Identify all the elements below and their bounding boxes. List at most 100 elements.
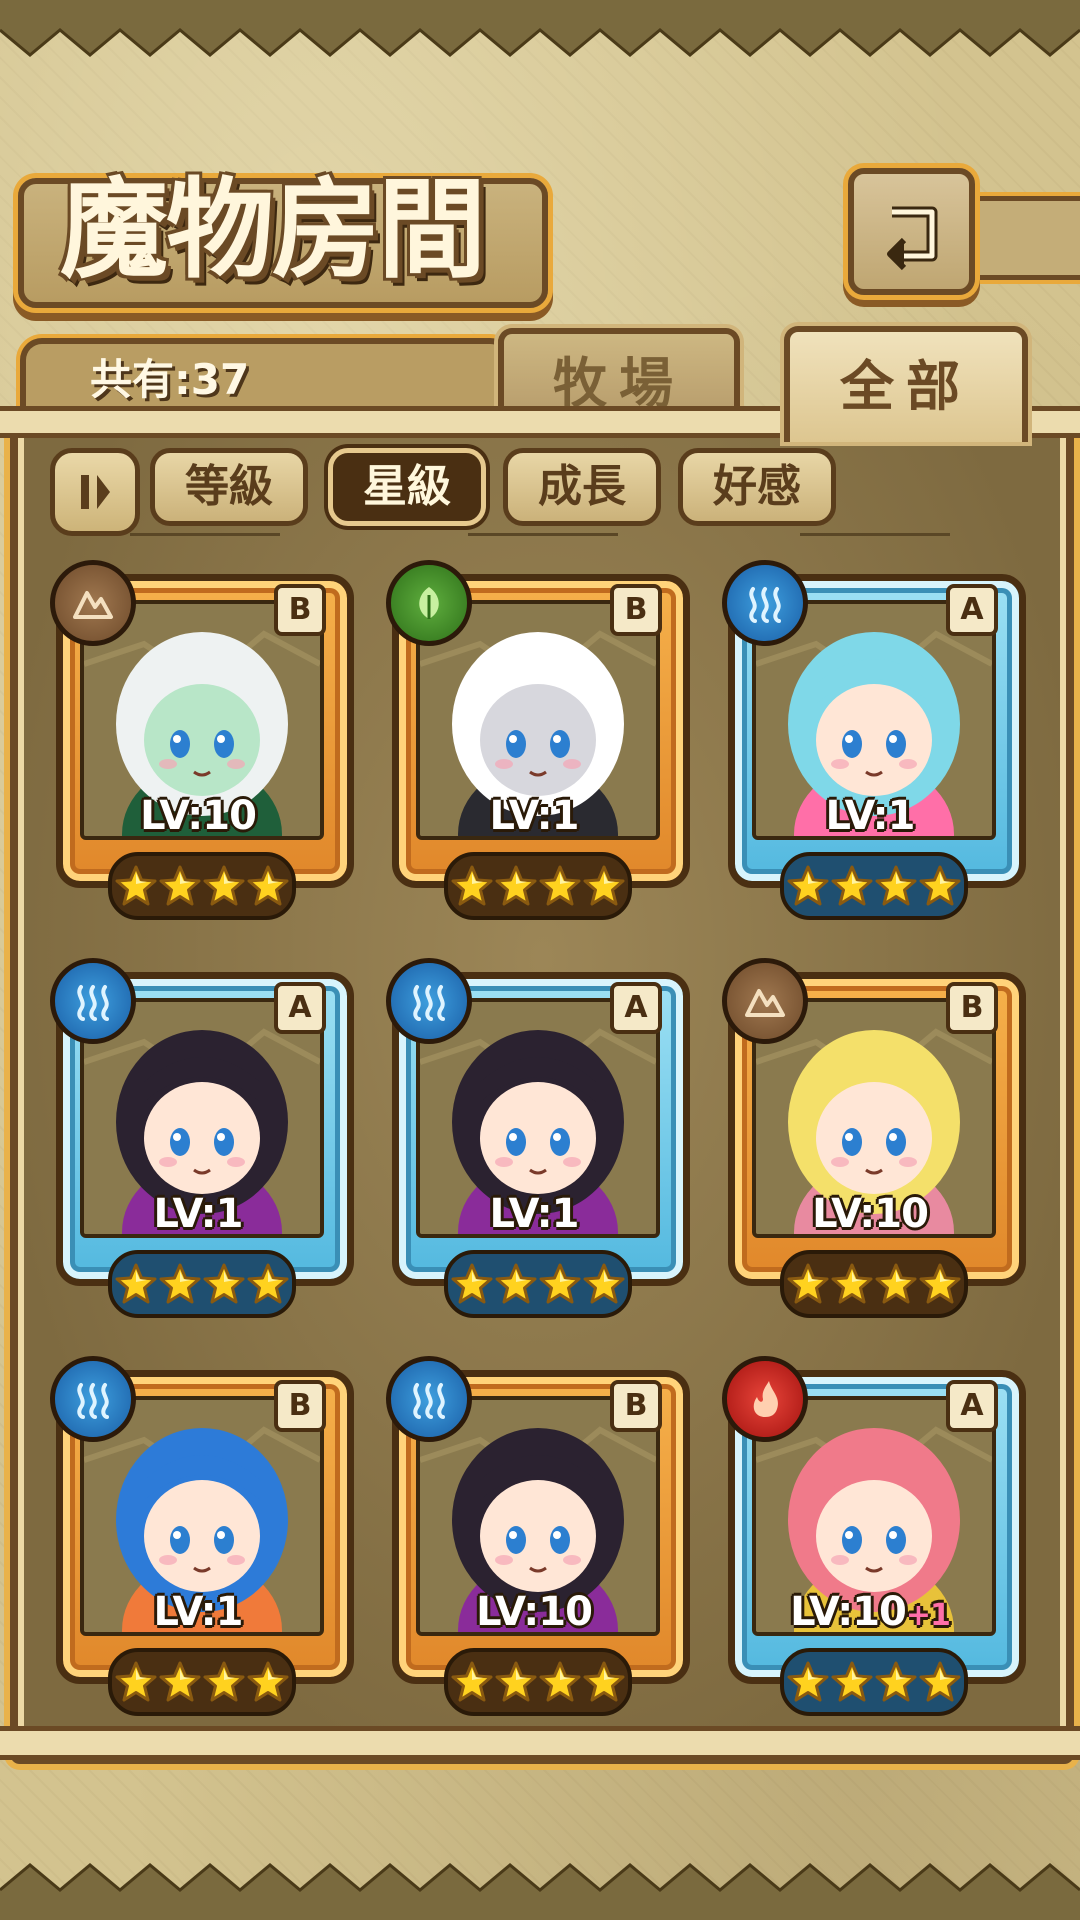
rarity-badge: B — [610, 1380, 662, 1432]
grass-element-icon — [386, 560, 472, 646]
level-text: LV:1 — [153, 1589, 244, 1635]
star-icon — [539, 1263, 581, 1304]
monster-card[interactable]: A LV:10+1 — [722, 1356, 1026, 1716]
earth-element-icon — [722, 958, 808, 1044]
star-rating — [108, 1648, 296, 1716]
star-icon — [787, 865, 829, 906]
star-icon — [919, 1263, 961, 1304]
divider — [130, 533, 280, 536]
monster-card[interactable]: A LV:1 — [50, 958, 354, 1318]
return-arrow-icon — [886, 206, 937, 270]
star-icon — [115, 1661, 157, 1702]
star-icon — [451, 1263, 493, 1304]
monster-level: LV:10+1 — [752, 1588, 988, 1636]
monster-card[interactable]: B LV:1 — [50, 1356, 354, 1716]
page-title: 魔物房間 — [60, 167, 486, 293]
star-icon — [831, 1661, 873, 1702]
star-icon — [159, 1661, 201, 1702]
bottom-zigzag-border — [0, 1863, 1080, 1920]
star-icon — [831, 1263, 873, 1304]
star-icon — [247, 865, 289, 906]
level-text: LV:1 — [825, 793, 916, 839]
monster-level: LV:10 — [416, 1588, 652, 1636]
star-icon — [495, 1263, 537, 1304]
sort-affection-button[interactable]: 好感 — [678, 448, 836, 526]
sort-toggle-icon — [81, 475, 110, 509]
water-element-icon — [722, 560, 808, 646]
fire-element-icon — [722, 1356, 808, 1442]
monster-card[interactable]: A LV:1 — [386, 958, 690, 1318]
star-icon — [919, 1661, 961, 1702]
monster-card[interactable]: B LV:10 — [386, 1356, 690, 1716]
star-icon — [583, 1661, 625, 1702]
back-button[interactable] — [848, 168, 975, 295]
star-icon — [583, 865, 625, 906]
star-icon — [115, 865, 157, 906]
star-icon — [831, 865, 873, 906]
star-icon — [247, 1661, 289, 1702]
star-icon — [159, 1263, 201, 1304]
star-icon — [203, 865, 245, 906]
star-icon — [159, 865, 201, 906]
star-icon — [495, 1661, 537, 1702]
monster-level: LV:1 — [80, 1190, 316, 1238]
monster-level: LV:1 — [416, 1190, 652, 1238]
star-rating — [780, 1648, 968, 1716]
rarity-badge: A — [946, 584, 998, 636]
tab-all[interactable]: 全部 — [784, 326, 1028, 442]
star-icon — [539, 865, 581, 906]
star-icon — [247, 1263, 289, 1304]
monster-level: LV:10 — [752, 1190, 988, 1238]
star-icon — [203, 1263, 245, 1304]
star-rating — [444, 1250, 632, 1318]
sort-growth-button[interactable]: 成長 — [503, 448, 661, 526]
star-icon — [787, 1263, 829, 1304]
star-icon — [539, 1661, 581, 1702]
sort-level-button[interactable]: 等級 — [150, 448, 308, 526]
earth-element-icon — [50, 560, 136, 646]
rarity-badge: B — [610, 584, 662, 636]
star-rating — [780, 1250, 968, 1318]
divider — [468, 533, 618, 536]
level-text: LV:10 — [140, 793, 257, 839]
level-text: LV:1 — [153, 1191, 244, 1237]
star-rating — [108, 852, 296, 920]
monster-count: 共有:37 — [90, 355, 250, 404]
monster-level: LV:1 — [80, 1588, 316, 1636]
star-icon — [115, 1263, 157, 1304]
monster-card[interactable]: B LV:1 — [386, 560, 690, 920]
water-element-icon — [386, 1356, 472, 1442]
level-text: LV:10 — [790, 1589, 907, 1635]
divider — [800, 533, 950, 536]
star-icon — [875, 865, 917, 906]
rarity-badge: B — [274, 1380, 326, 1432]
star-rating — [780, 852, 968, 920]
level-text: LV:1 — [489, 1191, 580, 1237]
level-text: LV:10 — [812, 1191, 929, 1237]
star-rating — [108, 1250, 296, 1318]
monster-card[interactable]: A LV:1 — [722, 560, 1026, 920]
rarity-badge: B — [946, 982, 998, 1034]
level-plus: +1 — [905, 1598, 951, 1633]
star-icon — [919, 865, 961, 906]
water-element-icon — [50, 1356, 136, 1442]
panel-bottom-rail — [0, 1726, 1080, 1760]
monster-card[interactable]: B LV:10 — [50, 560, 354, 920]
level-text: LV:10 — [476, 1589, 593, 1635]
rarity-badge: A — [946, 1380, 998, 1432]
star-icon — [495, 865, 537, 906]
water-element-icon — [50, 958, 136, 1044]
sort-star-button[interactable]: 星級 — [328, 448, 486, 526]
star-icon — [451, 1661, 493, 1702]
rarity-badge: A — [274, 982, 326, 1034]
star-icon — [583, 1263, 625, 1304]
rarity-badge: A — [610, 982, 662, 1034]
rarity-badge: B — [274, 584, 326, 636]
back-button-rail — [970, 196, 1080, 280]
sort-order-toggle-button[interactable] — [50, 448, 140, 536]
star-icon — [875, 1263, 917, 1304]
level-text: LV:1 — [489, 793, 580, 839]
star-rating — [444, 1648, 632, 1716]
monster-level: LV:10 — [80, 792, 316, 840]
monster-card[interactable]: B LV:10 — [722, 958, 1026, 1318]
